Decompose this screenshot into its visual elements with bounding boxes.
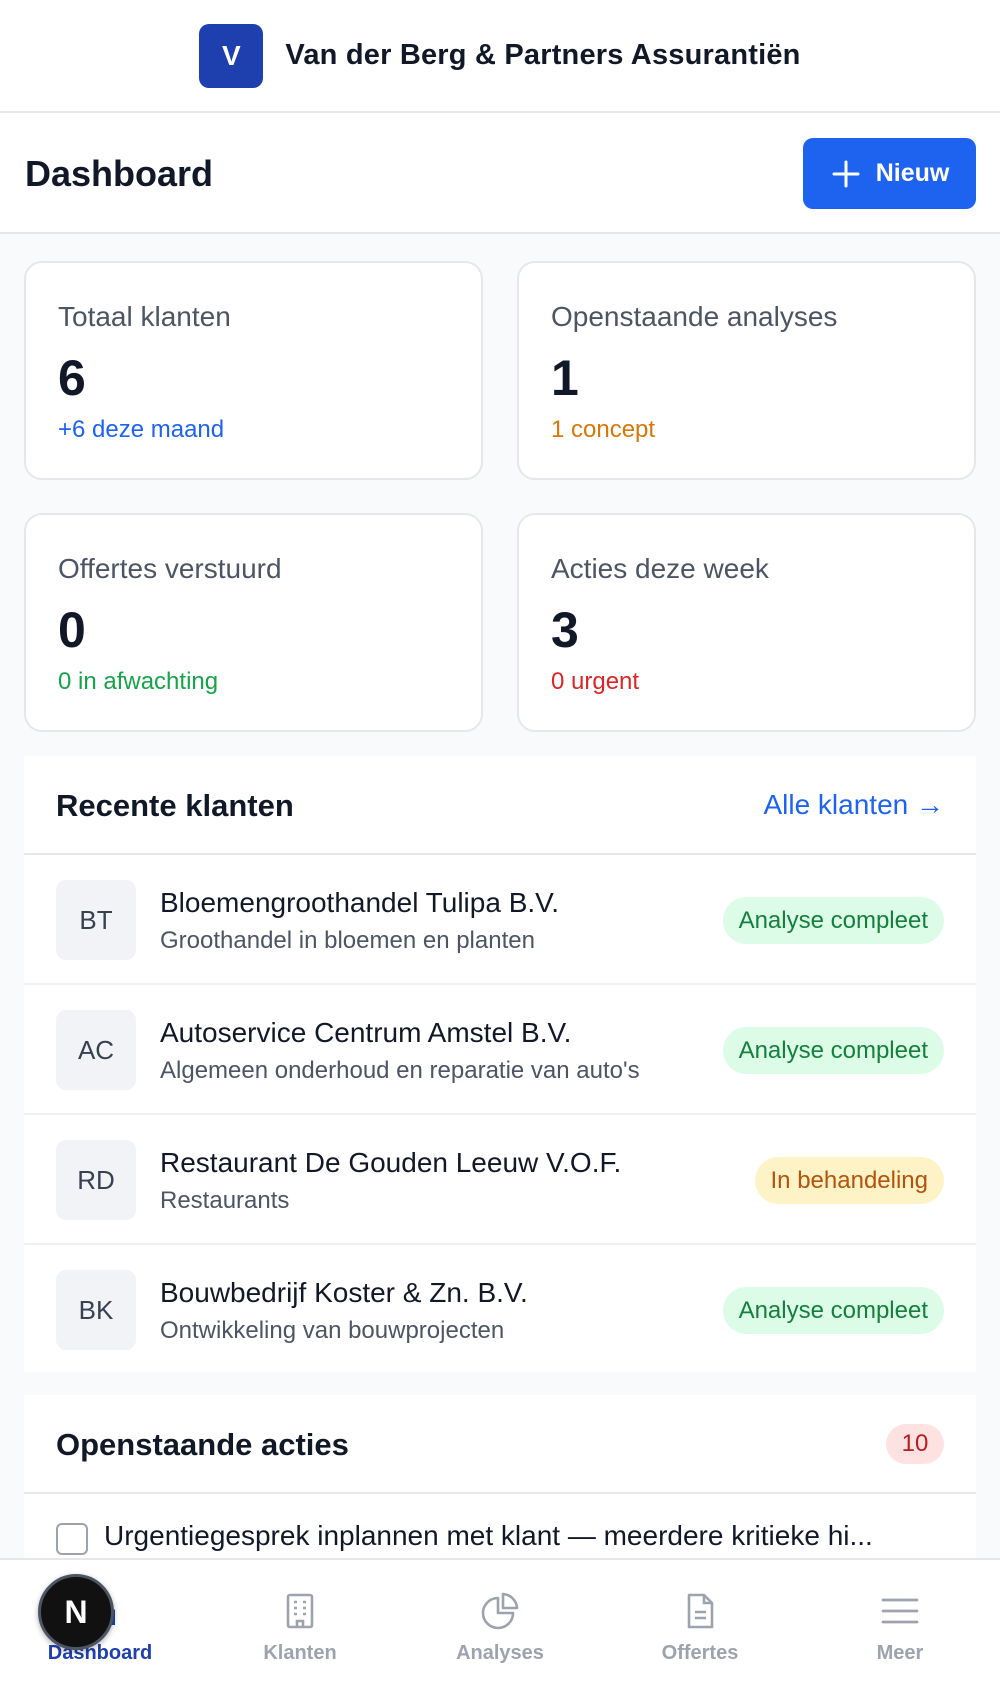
- status-badge: Analyse compleet: [722, 1287, 944, 1334]
- nav-label: Meer: [876, 1642, 924, 1664]
- client-name: Bouwbedrijf Koster & Zn. B.V.: [160, 1277, 528, 1308]
- stat-card-total-clients[interactable]: Totaal klanten 6 +6 deze maand: [24, 261, 483, 480]
- action-checkbox[interactable]: [56, 1523, 88, 1555]
- nav-item-offertes[interactable]: Offertes: [600, 1560, 800, 1688]
- nav-item-klanten[interactable]: Klanten: [200, 1560, 400, 1688]
- bottom-nav: Dashboard Klanten Analyses Offertes Meer: [0, 1558, 1000, 1688]
- building-icon: [286, 1593, 314, 1629]
- stat-sub: +6 deze maand: [58, 416, 225, 443]
- all-clients-link[interactable]: Alle klanten →: [763, 789, 944, 821]
- pie-chart-icon: [481, 1592, 519, 1630]
- stat-label: Acties deze week: [551, 553, 769, 584]
- client-avatar: BK: [56, 1270, 136, 1350]
- page-header: Dashboard Nieuw: [0, 113, 1000, 234]
- open-actions-header: Openstaande acties 10: [24, 1395, 976, 1494]
- page-title: Dashboard: [25, 153, 214, 194]
- recent-clients-header: Recente klanten Alle klanten →: [24, 756, 976, 855]
- new-button-label: Nieuw: [875, 159, 950, 187]
- client-row[interactable]: BT Bloemengroothandel Tulipa B.V. Grooth…: [24, 855, 976, 985]
- client-row[interactable]: RD Restaurant De Gouden Leeuw V.O.F. Res…: [24, 1115, 976, 1245]
- stat-value: 0: [58, 602, 86, 658]
- brand-logo: V: [199, 23, 264, 88]
- client-description: Ontwikkeling van bouwprojecten: [160, 1317, 505, 1344]
- document-icon: [687, 1593, 714, 1629]
- stat-value: 3: [551, 602, 579, 658]
- new-button[interactable]: Nieuw: [803, 138, 976, 209]
- nav-item-meer[interactable]: Meer: [800, 1560, 1000, 1688]
- status-badge: In behandeling: [754, 1157, 944, 1204]
- nav-label: Klanten: [263, 1642, 337, 1664]
- stat-sub: 1 concept: [551, 416, 656, 443]
- stat-value: 1: [551, 350, 579, 406]
- client-avatar: RD: [56, 1140, 136, 1220]
- nav-label: Analyses: [456, 1642, 544, 1664]
- client-row[interactable]: AC Autoservice Centrum Amstel B.V. Algem…: [24, 985, 976, 1115]
- client-description: Algemeen onderhoud en reparatie van auto…: [160, 1057, 640, 1084]
- stat-card-open-analyses[interactable]: Openstaande analyses 1 1 concept: [517, 261, 976, 480]
- stat-label: Totaal klanten: [58, 301, 231, 332]
- stat-value: 6: [58, 350, 86, 406]
- stat-sub: 0 urgent: [551, 668, 640, 695]
- menu-icon: [881, 1598, 919, 1624]
- client-avatar: AC: [56, 1010, 136, 1090]
- status-badge: Analyse compleet: [722, 1027, 944, 1074]
- client-description: Groothandel in bloemen en planten: [160, 927, 535, 954]
- recent-clients-panel: Recente klanten Alle klanten → BT Bloeme…: [24, 756, 976, 1372]
- status-badge: Analyse compleet: [722, 897, 944, 944]
- open-actions-title: Openstaande acties: [56, 1427, 349, 1462]
- nav-label: Offertes: [661, 1642, 739, 1664]
- client-description: Restaurants: [160, 1187, 290, 1214]
- stat-label: Offertes verstuurd: [58, 553, 282, 584]
- stat-label: Openstaande analyses: [551, 301, 838, 332]
- brand-name: Van der Berg & Partners Assurantiën: [285, 39, 801, 71]
- app-screen: V Van der Berg & Partners Assurantiën Da…: [0, 0, 1000, 1688]
- brand-bar: V Van der Berg & Partners Assurantiën: [0, 0, 1000, 113]
- client-avatar: BT: [56, 880, 136, 960]
- stat-sub: 0 in afwachting: [58, 668, 219, 695]
- client-name: Autoservice Centrum Amstel B.V.: [160, 1017, 572, 1048]
- dev-tools-badge[interactable]: N: [38, 1574, 114, 1650]
- client-row[interactable]: BK Bouwbedrijf Koster & Zn. B.V. Ontwikk…: [24, 1245, 976, 1375]
- recent-clients-title: Recente klanten: [56, 788, 294, 823]
- actions-count-badge: 10: [886, 1424, 944, 1464]
- client-name: Restaurant De Gouden Leeuw V.O.F.: [160, 1147, 622, 1178]
- client-name: Bloemengroothandel Tulipa B.V.: [160, 887, 560, 918]
- nav-item-analyses[interactable]: Analyses: [400, 1560, 600, 1688]
- stat-card-quotes-sent[interactable]: Offertes verstuurd 0 0 in afwachting: [24, 513, 483, 732]
- plus-icon: [832, 160, 860, 187]
- action-text: Urgentiegesprek inplannen met klant — me…: [104, 1520, 873, 1551]
- stat-card-actions-week[interactable]: Acties deze week 3 0 urgent: [517, 513, 976, 732]
